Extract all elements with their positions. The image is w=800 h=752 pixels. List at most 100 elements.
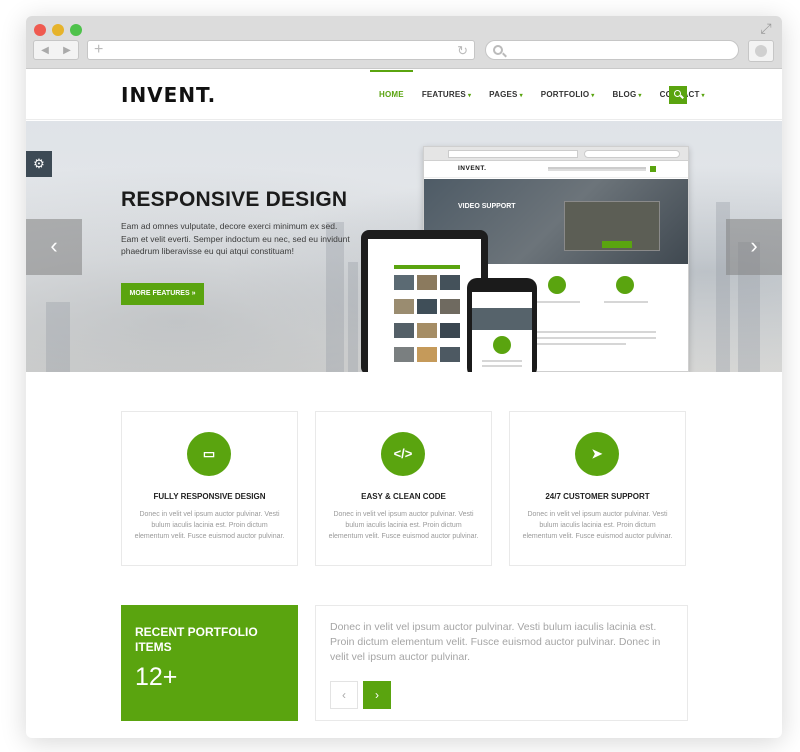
chevron-down-icon: ▾ bbox=[638, 93, 642, 99]
phone-screen bbox=[472, 292, 532, 372]
mockup-filter-bar bbox=[394, 265, 460, 269]
history-nav: ◀ ▶ bbox=[33, 40, 79, 60]
reload-icon[interactable]: ↻ bbox=[457, 42, 468, 59]
mockup-feature-icon bbox=[548, 276, 566, 294]
hero-text: Eam ad omnes vulputate, decore exerci mi… bbox=[121, 221, 350, 257]
mockup-thumb bbox=[417, 323, 437, 338]
hero-slider: ⚙ ‹ › RESPONSIVE DESIGN Eam ad omnes vul… bbox=[26, 121, 782, 372]
code-icon: </> bbox=[381, 432, 425, 476]
nav-item-pages[interactable]: PAGES ▾ bbox=[480, 70, 532, 120]
mockup-thumb bbox=[394, 323, 414, 338]
mockup-thumb bbox=[440, 347, 460, 362]
feature-card: ▭ FULLY RESPONSIVE DESIGN Donec in velit… bbox=[121, 411, 298, 566]
mockup-thumb bbox=[394, 275, 414, 290]
mockup-thumb bbox=[417, 347, 437, 362]
maximize-window-button[interactable] bbox=[70, 24, 82, 36]
mockup-logo: INVENT. bbox=[458, 165, 487, 172]
nav-label: BLOG bbox=[612, 90, 637, 99]
nav-item-features[interactable]: FEATURES ▾ bbox=[413, 70, 480, 120]
mockup-thumb bbox=[440, 323, 460, 338]
tablet-screen bbox=[368, 239, 481, 372]
gear-icon: ⚙ bbox=[33, 156, 45, 171]
search-icon bbox=[493, 45, 503, 55]
mockup-thumb bbox=[440, 275, 460, 290]
address-bar[interactable]: + ↻ bbox=[87, 40, 475, 60]
mockup-feature-icon bbox=[493, 336, 511, 354]
feature-description: Donec in velit vel ipsum auctor pulvinar… bbox=[134, 511, 285, 540]
recent-portfolio-box: RECENT PORTFOLIO ITEMS 12+ bbox=[121, 605, 298, 721]
feature-description: Donec in velit vel ipsum auctor pulvinar… bbox=[328, 511, 479, 540]
browser-window: ⤢ ◀ ▶ + ↻ INVENT. HOME FEATURES ▾ PAGES ▾ … bbox=[26, 16, 782, 738]
main-nav: HOME FEATURES▾ PAGES▾ PORTFOLIO▾ BLOG▾ C… bbox=[370, 70, 714, 120]
nav-label: HOME bbox=[379, 90, 404, 99]
chevron-down-icon: ▾ bbox=[467, 93, 472, 99]
nav-search-button[interactable] bbox=[669, 86, 687, 104]
portfolio-description: Donec in velit vel ipsum auctor pulvinar… bbox=[330, 621, 661, 663]
slider-prev-button[interactable]: ‹ bbox=[26, 219, 82, 275]
plus-icon[interactable]: + bbox=[94, 41, 103, 59]
mockup-text-line bbox=[536, 331, 656, 333]
mockup-phone-banner bbox=[472, 308, 532, 330]
paper-plane-icon: ➤ bbox=[575, 432, 619, 476]
feature-card: ➤ 24/7 CUSTOMER SUPPORT Donec in velit v… bbox=[509, 411, 686, 566]
site-header: INVENT. HOME FEATURES ▾ PAGES ▾ PORTFOLIO ▾… bbox=[26, 70, 782, 120]
mockup-text-line bbox=[536, 301, 580, 303]
forward-arrow-icon[interactable]: ▶ bbox=[63, 45, 71, 56]
nav-label: PAGES bbox=[489, 90, 518, 99]
chevron-down-icon: ▾ bbox=[591, 93, 595, 99]
mockup-header: INVENT. bbox=[424, 161, 688, 178]
feature-description: Donec in velit vel ipsum auctor pulvinar… bbox=[522, 511, 673, 540]
laptop-icon: ▭ bbox=[187, 432, 231, 476]
feature-title: EASY & CLEAN CODE bbox=[361, 492, 446, 501]
mockup-text-line bbox=[482, 365, 522, 367]
chevron-down-icon: ▾ bbox=[519, 93, 523, 99]
mockup-banner-button bbox=[602, 241, 632, 248]
mockup-text-line bbox=[536, 337, 656, 339]
mockup-text-line bbox=[536, 343, 626, 345]
browser-toolbar: ⤢ ◀ ▶ + ↻ bbox=[26, 16, 782, 69]
portfolio-count: 12+ bbox=[135, 663, 178, 691]
chevron-left-icon: ‹ bbox=[342, 688, 346, 702]
phone-mockup-image bbox=[467, 278, 537, 372]
feature-title: FULLY RESPONSIVE DESIGN bbox=[153, 492, 266, 501]
feature-card: </> EASY & CLEAN CODE Donec in velit vel… bbox=[315, 411, 492, 566]
portfolio-text-card: Donec in velit vel ipsum auctor pulvinar… bbox=[315, 605, 688, 721]
chevron-right-icon: › bbox=[375, 688, 379, 702]
profile-button[interactable] bbox=[748, 40, 774, 62]
slider-next-button[interactable]: › bbox=[726, 219, 782, 275]
mockup-browser-bar bbox=[424, 147, 688, 161]
mockup-banner-label: VIDEO SUPPORT bbox=[458, 203, 516, 210]
search-icon bbox=[674, 90, 681, 97]
nav-item-home[interactable]: HOME bbox=[370, 70, 413, 120]
mockup-text-line bbox=[482, 360, 522, 362]
mockup-thumb bbox=[394, 299, 414, 314]
chevron-down-icon: ▾ bbox=[701, 93, 705, 99]
mockup-thumb bbox=[417, 275, 437, 290]
feature-title: 24/7 CUSTOMER SUPPORT bbox=[545, 492, 650, 501]
mockup-search-icon bbox=[650, 166, 656, 172]
portfolio-title: RECENT PORTFOLIO ITEMS bbox=[135, 625, 258, 654]
chevron-left-icon: ‹ bbox=[50, 233, 58, 258]
site-logo[interactable]: INVENT. bbox=[121, 83, 216, 107]
expand-icon[interactable]: ⤢ bbox=[758, 20, 774, 36]
nav-label: PORTFOLIO bbox=[540, 90, 590, 99]
nav-label: FEATURES bbox=[421, 90, 466, 99]
more-features-button[interactable]: MORE FEATURES » bbox=[121, 283, 204, 305]
portfolio-prev-button[interactable]: ‹ bbox=[330, 681, 358, 709]
mockup-thumb bbox=[417, 299, 437, 314]
mockup-feature-icon bbox=[616, 276, 634, 294]
mockup-nav bbox=[548, 167, 646, 171]
minimize-window-button[interactable] bbox=[52, 24, 64, 36]
hero-title: RESPONSIVE DESIGN bbox=[121, 188, 348, 211]
browser-search-input[interactable] bbox=[485, 40, 739, 60]
background-building bbox=[348, 262, 358, 372]
settings-button[interactable]: ⚙ bbox=[26, 151, 52, 177]
back-arrow-icon[interactable]: ◀ bbox=[41, 45, 49, 56]
mockup-thumb bbox=[440, 299, 460, 314]
portfolio-next-button[interactable]: › bbox=[363, 681, 391, 709]
chevron-right-icon: › bbox=[750, 233, 758, 258]
close-window-button[interactable] bbox=[34, 24, 46, 36]
mockup-text-line bbox=[604, 301, 648, 303]
nav-item-blog[interactable]: BLOG ▾ bbox=[603, 70, 650, 120]
nav-item-portfolio[interactable]: PORTFOLIO ▾ bbox=[532, 70, 604, 120]
